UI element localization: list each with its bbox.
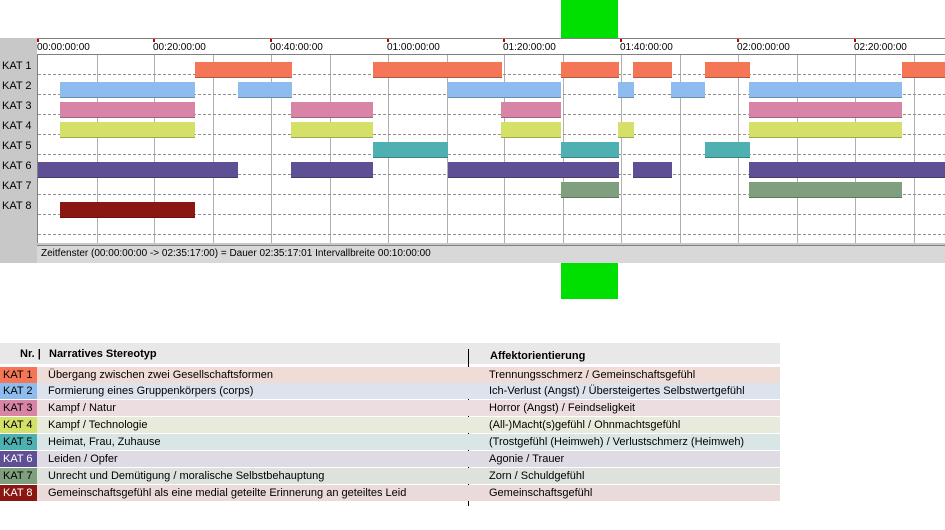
header-affect: Affektorientierung [490, 350, 586, 362]
row-label-kat8: KAT 8 [2, 200, 32, 212]
stereotype-text: Formierung eines Gruppenkörpers (corps) [48, 385, 254, 397]
legend-row-kat4: KAT 4 Kampf / Technologie (All-)Macht(s)… [0, 417, 780, 433]
segment-kat7[interactable] [561, 182, 619, 198]
segment-kat6[interactable] [749, 162, 945, 178]
legend-table: Nr. | Narratives Stereotyp Affektorienti… [0, 343, 780, 508]
stereotype-text: Kampf / Natur [48, 402, 116, 414]
legend-row-kat3: KAT 3 Kampf / Natur Horror (Angst) / Fei… [0, 400, 780, 416]
tick-label: 00:00:00:00 [37, 42, 90, 53]
kat-swatch: KAT 2 [0, 383, 37, 399]
segment-kat4[interactable] [291, 122, 373, 138]
segment-kat1[interactable] [633, 62, 672, 78]
header-nr: Nr. | [20, 348, 41, 360]
legend-row-kat2: KAT 2 Formierung eines Gruppenkörpers (c… [0, 383, 780, 399]
segment-kat1[interactable] [902, 62, 945, 78]
tick-label: 02:20:00:00 [854, 42, 907, 53]
stereotype-text: Heimat, Frau, Zuhause [48, 436, 161, 448]
stereotype-text: Unrecht und Demütigung / moralische Selb… [48, 470, 325, 482]
affect-text: Agonie / Trauer [489, 453, 565, 465]
segment-kat4[interactable] [618, 122, 634, 138]
affect-text: Ich-Verlust (Angst) / Übersteigertes Sel… [489, 385, 745, 397]
stereotype-text: Übergang zwischen zwei Gesellschaftsform… [48, 369, 273, 381]
timeline-lanes[interactable] [37, 55, 945, 243]
row-label-kat6: KAT 6 [2, 160, 32, 172]
segment-kat2[interactable] [618, 82, 634, 98]
segment-kat6[interactable] [448, 162, 619, 178]
tick-label: 00:20:00:00 [153, 42, 206, 53]
time-ruler[interactable]: 00:00:00:00 00:20:00:00 00:40:00:00 01:0… [37, 38, 945, 55]
header-stereotype: Narratives Stereotyp [49, 348, 157, 360]
status-text: Zeitfenster (00:00:00:00 -> 02:35:17:00)… [41, 248, 431, 259]
legend-header: Nr. | Narratives Stereotyp Affektorienti… [0, 343, 780, 364]
kat-swatch: KAT 3 [0, 400, 37, 416]
stereotype-text: Kampf / Technologie [48, 419, 148, 431]
kat-swatch: KAT 4 [0, 417, 37, 433]
segment-kat6[interactable] [633, 162, 672, 178]
tick-label: 01:40:00:00 [620, 42, 673, 53]
kat-swatch: KAT 8 [0, 485, 37, 501]
legend-row-kat6: KAT 6 Leiden / Opfer Agonie / Trauer [0, 451, 780, 467]
tick-label: 00:40:00:00 [270, 42, 323, 53]
segment-kat1[interactable] [195, 62, 292, 78]
affect-text: Horror (Angst) / Feindseligkeit [489, 402, 636, 414]
row-label-kat7: KAT 7 [2, 180, 32, 192]
stereotype-text: Gemeinschaftsgefühl als eine medial gete… [48, 487, 407, 499]
segment-kat7[interactable] [749, 182, 902, 198]
affect-text: (Trostgefühl (Heimweh) / Verlustschmerz … [489, 436, 745, 448]
segment-kat2[interactable] [671, 82, 705, 98]
playhead-marker-bottom[interactable] [561, 263, 618, 299]
playhead-marker-top[interactable] [561, 0, 618, 38]
segment-kat6[interactable] [291, 162, 373, 178]
kat-swatch: KAT 5 [0, 434, 37, 450]
status-bar: Zeitfenster (00:00:00:00 -> 02:35:17:00)… [37, 245, 945, 263]
affect-text: Trennungsschmerz / Gemeinschaftsgefühl [489, 369, 696, 381]
row-label-kat2: KAT 2 [2, 80, 32, 92]
segment-kat4[interactable] [60, 122, 195, 138]
segment-kat2[interactable] [749, 82, 902, 98]
row-label-kat4: KAT 4 [2, 120, 32, 132]
row-label-kat1: KAT 1 [2, 60, 32, 72]
stereotype-text: Leiden / Opfer [48, 453, 118, 465]
segment-kat4[interactable] [501, 122, 561, 138]
segment-kat1[interactable] [561, 62, 619, 78]
segment-kat3[interactable] [749, 102, 902, 118]
segment-kat5[interactable] [373, 142, 448, 158]
affect-text: Gemeinschaftsgefühl [489, 487, 593, 499]
affect-text: (All-)Macht(s)gefühl / Ohnmachtsgefühl [489, 419, 681, 431]
kat-swatch: KAT 6 [0, 451, 37, 467]
segment-kat2[interactable] [60, 82, 195, 98]
row-label-kat5: KAT 5 [2, 140, 32, 152]
segment-kat1[interactable] [373, 62, 502, 78]
tick-label: 02:00:00:00 [737, 42, 790, 53]
segment-kat8[interactable] [60, 202, 195, 218]
segment-kat5[interactable] [705, 142, 750, 158]
segment-kat2[interactable] [448, 82, 561, 98]
segment-kat4[interactable] [749, 122, 902, 138]
row-label-kat3: KAT 3 [2, 100, 32, 112]
kat-swatch: KAT 1 [0, 367, 37, 383]
tick-label: 01:20:00:00 [503, 42, 556, 53]
affect-text: Zorn / Schuldgefühl [489, 470, 585, 482]
segment-kat3[interactable] [60, 102, 195, 118]
timeline-panel: 00:00:00:00 00:20:00:00 00:40:00:00 01:0… [0, 38, 945, 263]
segment-kat5[interactable] [561, 142, 619, 158]
legend-row-kat5: KAT 5 Heimat, Frau, Zuhause (Trostgefühl… [0, 434, 780, 450]
segment-kat2[interactable] [238, 82, 292, 98]
segment-kat3[interactable] [291, 102, 373, 118]
legend-row-kat8: KAT 8 Gemeinschaftsgefühl als eine media… [0, 485, 780, 501]
kat-swatch: KAT 7 [0, 468, 37, 484]
segment-kat3[interactable] [501, 102, 561, 118]
legend-row-kat7: KAT 7 Unrecht und Demütigung / moralisch… [0, 468, 780, 484]
segment-kat1[interactable] [705, 62, 750, 78]
tick-label: 01:00:00:00 [387, 42, 440, 53]
row-separator [38, 154, 945, 155]
segment-kat6[interactable] [38, 162, 238, 178]
row-separator [38, 234, 945, 235]
legend-row-kat1: KAT 1 Übergang zwischen zwei Gesellschaf… [0, 367, 780, 383]
